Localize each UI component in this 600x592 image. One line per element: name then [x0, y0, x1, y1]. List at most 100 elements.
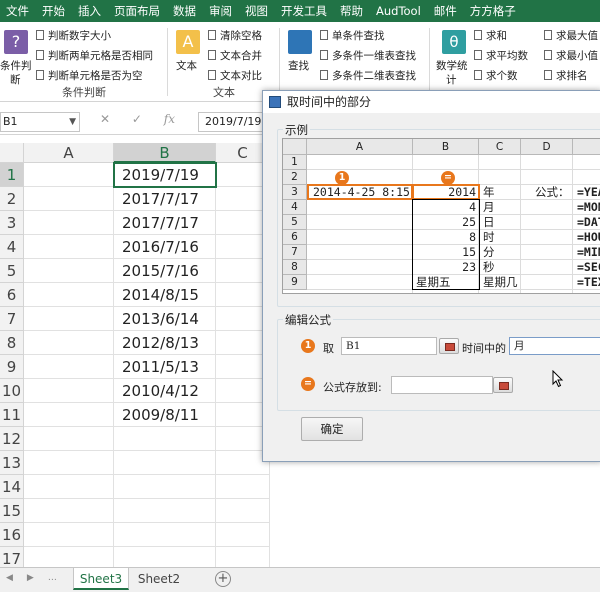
confirm-icon[interactable]: ✓ — [132, 112, 142, 126]
cell-b[interactable]: 2011/5/13 — [114, 355, 216, 379]
cell-b[interactable] — [114, 499, 216, 523]
cell-a[interactable] — [24, 163, 114, 187]
menu-data[interactable]: 数据 — [167, 3, 203, 19]
row-header[interactable]: 9 — [0, 355, 24, 379]
add-sheet-icon[interactable]: + — [215, 571, 231, 587]
cell-b[interactable]: 2012/8/13 — [114, 331, 216, 355]
cell-b[interactable] — [114, 523, 216, 547]
tab-sheet3[interactable]: Sheet3 — [73, 568, 129, 590]
lookup-big-label[interactable]: 查找 — [288, 58, 309, 73]
range-picker-icon[interactable] — [439, 338, 459, 354]
menu-home[interactable]: 开始 — [36, 3, 72, 19]
text-a-icon[interactable]: A — [176, 30, 200, 54]
cell-b[interactable]: 2014/8/15 — [114, 283, 216, 307]
row-header[interactable]: 2 — [0, 187, 24, 211]
menu-insert[interactable]: 插入 — [72, 3, 108, 19]
cell-a[interactable] — [24, 307, 114, 331]
cell-a[interactable] — [24, 187, 114, 211]
row-header[interactable]: 6 — [0, 283, 24, 307]
ribbon-item-count[interactable]: 求个数 — [474, 68, 518, 83]
cell-b[interactable] — [114, 427, 216, 451]
row-header[interactable]: 5 — [0, 259, 24, 283]
question-icon[interactable]: ? — [4, 30, 28, 54]
row-header[interactable]: 1 — [0, 163, 24, 187]
ribbon-item-sum[interactable]: 求和 — [474, 28, 507, 43]
row-header[interactable]: 14 — [0, 475, 24, 499]
formula-input[interactable]: 2019/7/19 — [198, 112, 268, 132]
cell-c[interactable] — [216, 499, 270, 523]
cell-a[interactable] — [24, 475, 114, 499]
cell-c[interactable] — [216, 475, 270, 499]
menu-developer[interactable]: 开发工具 — [275, 3, 334, 19]
ribbon-item-rank[interactable]: 求排名 — [544, 68, 588, 83]
row-header[interactable]: 12 — [0, 427, 24, 451]
ribbon-item-multi-1d[interactable]: 多条件一维表查找 — [320, 48, 416, 63]
menu-review[interactable]: 审阅 — [203, 3, 239, 19]
ribbon-item-compare-number[interactable]: 判断数字大小 — [36, 28, 111, 43]
ribbon-item-average[interactable]: 求平均数 — [474, 48, 528, 63]
name-box[interactable]: B1 ▼ — [0, 112, 80, 132]
source-cell-input[interactable]: B1 — [341, 337, 437, 355]
cell-b[interactable]: 2015/7/16 — [114, 259, 216, 283]
ribbon-item-single-lookup[interactable]: 单条件查找 — [320, 28, 385, 43]
menu-ffgz[interactable]: 方方格子 — [464, 3, 523, 19]
ribbon-item-cells-equal[interactable]: 判断两单元格是否相同 — [36, 48, 153, 63]
menu-help[interactable]: 帮助 — [334, 3, 370, 19]
math-big-label[interactable]: 数学统 — [436, 58, 468, 73]
menu-page-layout[interactable]: 页面布局 — [108, 3, 167, 19]
menu-mail[interactable]: 邮件 — [428, 3, 464, 19]
cell-a[interactable] — [24, 211, 114, 235]
row-header[interactable]: 10 — [0, 379, 24, 403]
cell-a[interactable] — [24, 427, 114, 451]
cell-b[interactable]: 2009/8/11 — [114, 403, 216, 427]
cell-b[interactable]: 2017/7/17 — [114, 211, 216, 235]
row-header[interactable]: 3 — [0, 211, 24, 235]
cell-b[interactable] — [114, 451, 216, 475]
menu-file[interactable]: 文件 — [0, 3, 36, 19]
tab-sheet2[interactable]: Sheet2 — [132, 568, 186, 590]
cell-a[interactable] — [24, 379, 114, 403]
cell-b[interactable]: 2010/4/12 — [114, 379, 216, 403]
cell-b[interactable] — [114, 475, 216, 499]
ribbon-item-cell-empty[interactable]: 判断单元格是否为空 — [36, 68, 143, 83]
cell-a[interactable] — [24, 283, 114, 307]
cell-b[interactable]: 2016/7/16 — [114, 235, 216, 259]
menu-view[interactable]: 视图 — [239, 3, 275, 19]
ribbon-item-min[interactable]: 求最小值 — [544, 48, 598, 63]
part-select[interactable]: 月 — [509, 337, 600, 355]
cell-b[interactable]: 2013/6/14 — [114, 307, 216, 331]
search-icon[interactable] — [288, 30, 312, 54]
cancel-icon[interactable]: ✕ — [100, 112, 110, 126]
cell-a[interactable] — [24, 355, 114, 379]
store-picker-icon[interactable] — [493, 377, 513, 393]
cell-a[interactable] — [24, 499, 114, 523]
fx-icon[interactable]: fx — [164, 112, 175, 126]
cell-a[interactable] — [24, 451, 114, 475]
ribbon-item-merge[interactable]: 文本合并 — [208, 48, 262, 63]
row-header[interactable]: 11 — [0, 403, 24, 427]
column-header-a[interactable]: A — [24, 143, 114, 163]
chevron-down-icon[interactable]: ▼ — [69, 113, 76, 131]
cell-a[interactable] — [24, 259, 114, 283]
cell-a[interactable] — [24, 523, 114, 547]
cell-b[interactable]: 2017/7/17 — [114, 187, 216, 211]
cell-c[interactable] — [216, 523, 270, 547]
select-all-corner[interactable] — [0, 143, 24, 163]
row-header[interactable]: 15 — [0, 499, 24, 523]
condition-big-label[interactable]: 条件判 — [0, 58, 32, 73]
ribbon-item-compare[interactable]: 文本对比 — [208, 68, 262, 83]
tab-nav-arrows[interactable]: ◀▶… — [6, 573, 71, 583]
row-header[interactable]: 13 — [0, 451, 24, 475]
store-cell-input[interactable] — [391, 376, 493, 394]
menu-audtool[interactable]: AudTool — [370, 4, 428, 18]
cell-a[interactable] — [24, 403, 114, 427]
row-header[interactable]: 16 — [0, 523, 24, 547]
row-header[interactable]: 8 — [0, 331, 24, 355]
text-big-label[interactable]: 文本 — [176, 58, 197, 73]
row-header[interactable]: 4 — [0, 235, 24, 259]
ribbon-item-trim[interactable]: 清除空格 — [208, 28, 262, 43]
ok-button[interactable]: 确定 — [301, 417, 363, 441]
ribbon-item-multi-2d[interactable]: 多条件二维表查找 — [320, 68, 416, 83]
column-header-b[interactable]: B — [114, 143, 216, 163]
ribbon-item-max[interactable]: 求最大值 — [544, 28, 598, 43]
